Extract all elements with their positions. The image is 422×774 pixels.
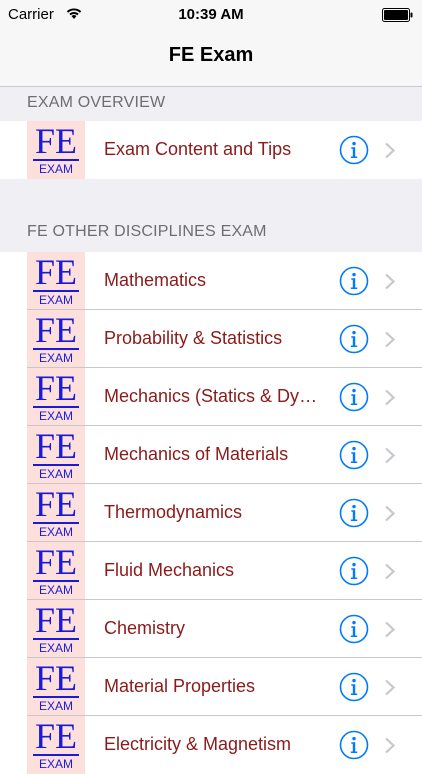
list-item-exam-content-and-tips[interactable]: FE EXAM Exam Content and Tips (0, 121, 422, 179)
logo-fe-text: FE (34, 252, 77, 292)
logo-exam-text: EXAM (38, 757, 73, 771)
list-item-electricity-magnetism[interactable]: FE EXAM Electricity & Magnetism (0, 716, 422, 774)
logo-exam-text: EXAM (38, 409, 73, 423)
logo-divider (33, 522, 79, 524)
list-item-label: Chemistry (104, 618, 186, 638)
fe-exam-logo: FE EXAM (27, 716, 85, 774)
list-item-material-properties[interactable]: FE EXAM Material Properties (0, 658, 422, 716)
section-header-fe-other-disciplines: FE OTHER DISCIPLINES EXAM (0, 179, 422, 249)
list-item-chemistry[interactable]: FE EXAM Chemistry (0, 600, 422, 658)
logo-exam-text: EXAM (38, 699, 73, 713)
list-item-mathematics[interactable]: FE EXAM Mathematics (0, 252, 422, 310)
logo-divider (33, 464, 79, 466)
list-item-label: Mechanics of Materials (104, 444, 289, 464)
list-item-mechanics-statics-dynamics[interactable]: FE EXAM Mechanics (Statics & Dynamics) (0, 368, 422, 426)
chevron-right-icon (385, 142, 396, 159)
chevron-right-icon (385, 737, 396, 754)
page-title: FE Exam (168, 44, 254, 66)
info-icon[interactable] (339, 672, 369, 702)
chevron-right-icon (385, 447, 396, 464)
section-header-label: FE OTHER DISCIPLINES EXAM (27, 223, 267, 240)
fe-exam-logo: FE EXAM (27, 484, 85, 542)
chevron-right-icon (385, 621, 396, 638)
logo-fe-text: FE (34, 368, 77, 408)
fe-exam-logo: FE EXAM (27, 600, 85, 658)
logo-fe-text: FE (34, 716, 77, 756)
fe-exam-logo: FE EXAM (27, 252, 85, 310)
logo-exam-text: EXAM (38, 641, 73, 655)
fe-exam-logo: FE EXAM (27, 310, 85, 368)
logo-exam-text: EXAM (38, 525, 73, 539)
list-item-probability-statistics[interactable]: FE EXAM Probability & Statistics (0, 310, 422, 368)
chevron-right-icon (385, 331, 396, 348)
logo-fe-text: FE (34, 121, 77, 161)
list-item-label: Mathematics (104, 270, 207, 290)
info-icon[interactable] (339, 382, 369, 412)
section-header-exam-overview: EXAM OVERVIEW (0, 86, 422, 121)
chevron-right-icon (385, 679, 396, 696)
logo-exam-text: EXAM (38, 162, 73, 176)
list-item-label: Electricity & Magnetism (104, 734, 292, 754)
status-bar: Carrier 10:39 AM (0, 0, 422, 30)
logo-divider (33, 159, 79, 161)
section-header-label: EXAM OVERVIEW (27, 94, 166, 111)
info-icon[interactable] (339, 730, 369, 760)
logo-divider (33, 696, 79, 698)
list-item-label: Material Properties (104, 676, 256, 696)
list-item-mechanics-of-materials[interactable]: FE EXAM Mechanics of Materials (0, 426, 422, 484)
fe-exam-logo: FE EXAM (27, 368, 85, 426)
logo-fe-text: FE (34, 658, 77, 698)
logo-divider (33, 290, 79, 292)
chevron-right-icon (385, 505, 396, 522)
list-item-label: Fluid Mechanics (104, 560, 235, 580)
list-item-label: Exam Content and Tips (104, 139, 292, 159)
info-icon[interactable] (339, 266, 369, 296)
list-item-fluid-mechanics[interactable]: FE EXAM Fluid Mechanics (0, 542, 422, 600)
chevron-right-icon (385, 563, 396, 580)
info-icon[interactable] (339, 440, 369, 470)
logo-fe-text: FE (34, 310, 77, 350)
fe-exam-logo: FE EXAM (27, 426, 85, 484)
chevron-right-icon (385, 273, 396, 290)
logo-fe-text: FE (34, 426, 77, 466)
navigation-bar: FE Exam (0, 30, 422, 87)
logo-exam-text: EXAM (38, 293, 73, 307)
logo-exam-text: EXAM (38, 351, 73, 365)
info-icon[interactable] (339, 614, 369, 644)
info-icon[interactable] (339, 498, 369, 528)
logo-divider (33, 580, 79, 582)
battery-icon (382, 8, 413, 22)
logo-divider (33, 638, 79, 640)
clock-time: 10:39 AM (178, 6, 244, 23)
list-item-label: Mechanics (Statics & Dynamics) (104, 386, 326, 406)
info-icon[interactable] (339, 135, 369, 165)
logo-exam-text: EXAM (38, 467, 73, 481)
fe-exam-logo: FE EXAM (27, 658, 85, 716)
logo-divider (33, 754, 79, 756)
logo-fe-text: FE (34, 542, 77, 582)
logo-divider (33, 406, 79, 408)
chevron-right-icon (385, 389, 396, 406)
list-item-label: Thermodynamics (104, 502, 243, 522)
logo-fe-text: FE (34, 600, 77, 640)
logo-divider (33, 348, 79, 350)
logo-exam-text: EXAM (38, 583, 73, 597)
fe-exam-logo: FE EXAM (27, 542, 85, 600)
info-icon[interactable] (339, 324, 369, 354)
list-item-thermodynamics[interactable]: FE EXAM Thermodynamics (0, 484, 422, 542)
fe-exam-logo: FE EXAM (27, 121, 85, 179)
list-item-label: Probability & Statistics (104, 328, 283, 348)
logo-fe-text: FE (34, 484, 77, 524)
info-icon[interactable] (339, 556, 369, 586)
